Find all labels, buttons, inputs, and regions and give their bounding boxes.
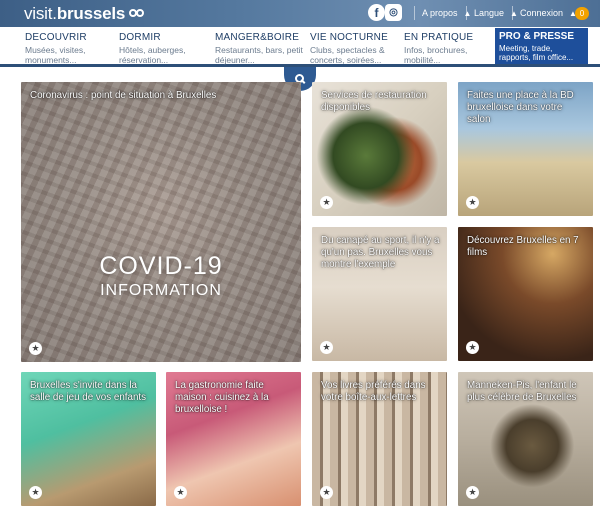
nav-item-en-pratique[interactable]: EN PRATIQUE Infos, brochures, mobilité..…	[404, 32, 482, 65]
nav-item-vie-nocturne[interactable]: VIE NOCTURNE Clubs, spectacles & concert…	[310, 32, 392, 65]
tile-caption: Services de restauration disponibles	[321, 90, 427, 113]
tile-enfants[interactable]: Bruxelles s'invite dans la salle de jeu …	[21, 372, 156, 506]
tile-caption: Faites une place à la BD bruxelloise dan…	[467, 90, 574, 125]
tile-sport[interactable]: Du canapé au sport, il n'y a qu'un pas. …	[312, 227, 447, 361]
nav-item-subtitle: Hôtels, auberges, réservation...	[119, 45, 186, 65]
chevron-up-icon: ▲	[463, 8, 472, 18]
star-icon[interactable]: ★	[320, 196, 333, 209]
tile-livres[interactable]: Vos livres préférés dans votre boîte-aux…	[312, 372, 447, 506]
tile-covid[interactable]: Coronavirus : point de situation à Bruxe…	[21, 82, 301, 362]
star-icon[interactable]: ★	[466, 196, 479, 209]
nav-item-title: PRO & PRESSE	[499, 31, 575, 42]
cart-count-badge[interactable]: 0	[575, 7, 589, 20]
nav-item-dormir[interactable]: DORMIR Hôtels, auberges, réservation...	[119, 32, 201, 65]
logo-text-main: brussels	[56, 4, 126, 23]
nav-item-subtitle: Infos, brochures, mobilité...	[404, 45, 468, 65]
logo-text-prefix: visit.	[24, 4, 57, 23]
site-logo[interactable]: visit. brussels	[24, 4, 147, 24]
star-icon[interactable]: ★	[320, 341, 333, 354]
tile-caption: Bruxelles s'invite dans la salle de jeu …	[30, 380, 147, 403]
star-icon[interactable]: ★	[466, 486, 479, 499]
login-link[interactable]: Connexion ▲	[512, 6, 577, 20]
star-icon[interactable]: ★	[174, 486, 187, 499]
tile-caption: Coronavirus : point de situation à Bruxe…	[30, 90, 217, 101]
nav-item-subtitle: Restaurants, bars, petit déjeuner...	[215, 45, 303, 65]
about-link[interactable]: A propos ▲	[414, 6, 472, 20]
divider	[466, 6, 467, 20]
star-icon[interactable]: ★	[29, 342, 42, 355]
language-label: Langue	[474, 8, 505, 18]
nav-item-subtitle: Meeting, trade, rapports, film office...	[499, 44, 574, 62]
facebook-icon[interactable]: f	[368, 4, 385, 21]
tile-caption: Vos livres préférés dans votre boîte-aux…	[321, 380, 426, 403]
logo-mark-icon	[129, 8, 147, 20]
tile-overlay-subtitle: INFORMATION	[100, 282, 222, 299]
tile-manneken-pis[interactable]: Manneken-Pis, l'enfant le plus célèbre d…	[458, 372, 593, 506]
nav-item-title: DORMIR	[119, 32, 161, 43]
tile-caption: La gastronomie faite maison : cuisinez à…	[175, 380, 269, 415]
tile-caption: Découvrez Bruxelles en 7 films	[467, 235, 579, 258]
tile-bd[interactable]: Faites une place à la BD bruxelloise dan…	[458, 82, 593, 216]
tile-gastronomie[interactable]: La gastronomie faite maison : cuisinez à…	[166, 372, 301, 506]
tile-overlay-title: COVID-19	[99, 252, 223, 280]
star-icon[interactable]: ★	[320, 486, 333, 499]
nav-item-pro-presse[interactable]: PRO & PRESSE Meeting, trade, rapports, f…	[495, 28, 588, 64]
nav-item-title: EN PRATIQUE	[404, 32, 474, 43]
search-icon-handle	[300, 79, 306, 84]
instagram-icon[interactable]: ◎	[385, 4, 402, 21]
top-bar: visit. brussels f ◎ A propos ▲ Langue ▲ Con…	[0, 0, 600, 27]
tile-films[interactable]: Découvrez Bruxelles en 7 films ★	[458, 227, 593, 361]
nav-item-subtitle: Clubs, spectacles & concerts, soirées...	[310, 45, 385, 65]
login-label: Connexion	[520, 8, 564, 18]
nav-item-title: VIE NOCTURNE	[310, 32, 388, 43]
divider	[512, 6, 513, 20]
star-icon[interactable]: ★	[29, 486, 42, 499]
divider	[414, 6, 415, 20]
tile-restauration[interactable]: Services de restauration disponibles ★	[312, 82, 447, 216]
nav-item-subtitle: Musées, visites, monuments...	[25, 45, 86, 65]
nav-item-decouvrir[interactable]: DECOUVRIR Musées, visites, monuments...	[25, 32, 105, 65]
tile-caption: Manneken-Pis, l'enfant le plus célèbre d…	[467, 380, 577, 403]
about-label: A propos	[422, 8, 458, 18]
nav-item-title: DECOUVRIR	[25, 32, 87, 43]
nav-item-manger-boire[interactable]: MANGER&BOIRE Restaurants, bars, petit dé…	[215, 32, 305, 65]
star-icon[interactable]: ★	[466, 341, 479, 354]
nav-item-title: MANGER&BOIRE	[215, 32, 300, 43]
tile-caption: Du canapé au sport, il n'y a qu'un pas. …	[321, 235, 440, 270]
